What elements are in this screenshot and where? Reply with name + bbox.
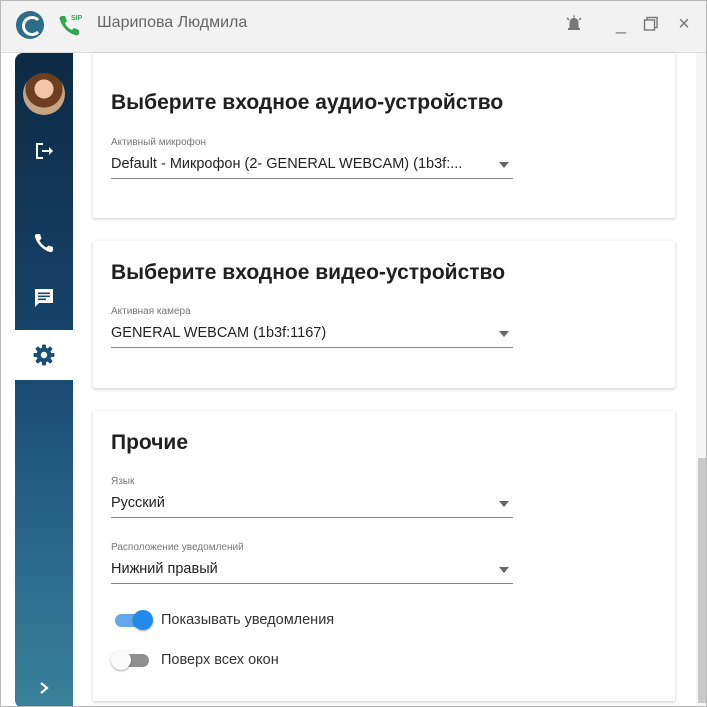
always-on-top-row: Поверх всех окон [111, 648, 279, 672]
language-label: Язык [111, 476, 135, 487]
always-on-top-toggle[interactable] [111, 650, 153, 670]
app-window: SIP Шарипова Людмила _ × Выберите входно… [0, 0, 707, 707]
logout-icon[interactable] [15, 131, 73, 171]
title-bar: SIP Шарипова Людмила _ × [1, 1, 706, 53]
other-settings-card: Прочие Язык Русский Расположение уведомл… [93, 411, 675, 701]
gear-icon[interactable] [15, 330, 73, 380]
language-select[interactable]: Русский [111, 491, 513, 518]
scrollbar[interactable] [696, 53, 706, 706]
notification-position-select[interactable]: Нижний правый [111, 557, 513, 584]
microphone-select[interactable]: Default - Микрофон (2- GENERAL WEBCAM) (… [111, 152, 513, 179]
show-notifications-toggle[interactable] [111, 610, 153, 630]
dropdown-arrow-icon [499, 501, 509, 507]
sidebar [15, 53, 73, 706]
chat-icon[interactable] [15, 278, 73, 318]
notification-position-value: Нижний правый [111, 561, 218, 577]
dropdown-arrow-icon [499, 567, 509, 573]
video-device-card: Выберите входное видео-устройство Активн… [93, 241, 675, 388]
audio-card-title: Выберите входное аудио-устройство [111, 91, 504, 114]
maximize-button[interactable] [638, 11, 664, 37]
avatar[interactable] [23, 73, 65, 115]
video-card-title: Выберите входное видео-устройство [111, 261, 506, 284]
alarm-icon[interactable] [561, 11, 587, 37]
close-button[interactable]: × [671, 11, 697, 37]
toggle-thumb [111, 650, 131, 670]
show-notifications-label: Показывать уведомления [161, 612, 335, 628]
show-notifications-row: Показывать уведомления [111, 608, 334, 632]
camera-value: GENERAL WEBCAM (1b3f:1167) [111, 325, 327, 341]
phone-icon[interactable] [15, 223, 73, 263]
chevron-right-icon[interactable] [15, 668, 73, 706]
always-on-top-label: Поверх всех окон [161, 652, 279, 668]
language-value: Русский [111, 495, 165, 511]
sip-phone-icon[interactable]: SIP [56, 11, 84, 39]
dropdown-arrow-icon [499, 162, 509, 168]
dropdown-arrow-icon [499, 331, 509, 337]
app-logo-icon [16, 11, 44, 39]
camera-label: Активная камера [111, 306, 191, 317]
notification-position-label: Расположение уведомлений [111, 542, 244, 553]
minimize-button[interactable]: _ [608, 11, 634, 37]
scrollbar-thumb[interactable] [698, 458, 706, 703]
sip-badge-text: SIP [71, 15, 83, 22]
microphone-value: Default - Микрофон (2- GENERAL WEBCAM) (… [111, 156, 463, 172]
toggle-thumb [133, 610, 153, 630]
audio-device-card: Выберите входное аудио-устройство Активн… [93, 53, 675, 218]
camera-select[interactable]: GENERAL WEBCAM (1b3f:1167) [111, 321, 513, 348]
microphone-label: Активный микрофон [111, 137, 206, 148]
other-card-title: Прочие [111, 431, 189, 454]
window-title: Шарипова Людмила [97, 14, 248, 31]
